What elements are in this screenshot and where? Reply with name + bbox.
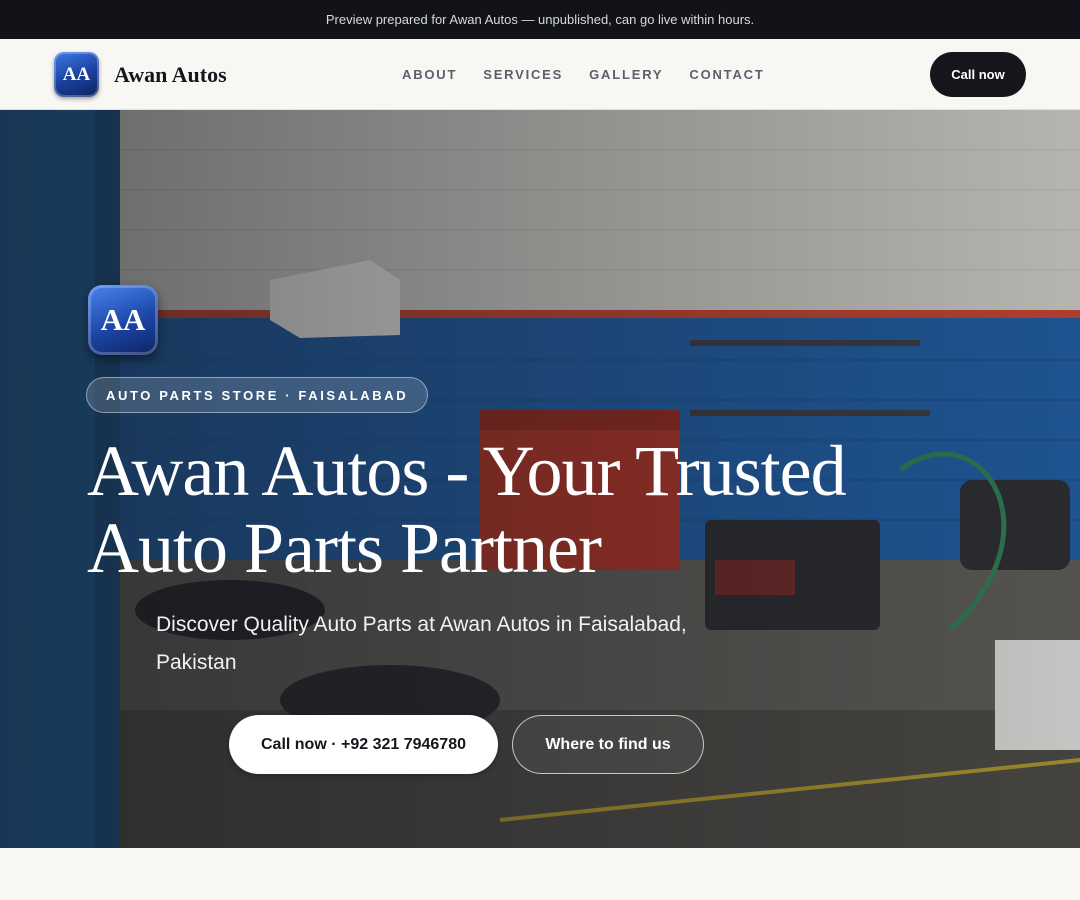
brand-name: Awan Autos	[114, 61, 227, 87]
nav-gallery[interactable]: GALLERY	[589, 67, 663, 82]
hero-tag-badge: AUTO PARTS STORE · FAISALABAD	[86, 377, 429, 413]
logo-initials: AA	[62, 63, 91, 85]
hero-logo-initials: AA	[100, 302, 146, 337]
nav-about[interactable]: ABOUT	[402, 67, 457, 82]
hero-section: AA AUTO PARTS STORE · FAISALABAD Awan Au…	[0, 110, 1080, 848]
header-call-button[interactable]: Call now	[930, 52, 1026, 97]
hero-location-button[interactable]: Where to find us	[512, 715, 704, 774]
next-section	[0, 848, 1080, 900]
preview-banner: Preview prepared for Awan Autos — unpubl…	[0, 0, 1080, 39]
hero-tag-text: AUTO PARTS STORE · FAISALABAD	[106, 387, 409, 403]
nav-contact[interactable]: CONTACT	[689, 67, 764, 82]
hero-title: Awan Autos - Your Trusted Auto Parts Par…	[87, 431, 847, 588]
logo-icon: AA	[54, 52, 99, 97]
hero-call-button[interactable]: Call now · +92 321 7946780	[229, 715, 498, 774]
preview-banner-text: Preview prepared for Awan Autos — unpubl…	[325, 12, 755, 27]
hero-logo-icon: AA	[88, 285, 158, 355]
brand-link[interactable]: AA Awan Autos	[54, 52, 227, 97]
main-nav: ABOUT SERVICES GALLERY CONTACT	[402, 39, 791, 109]
site-header: AA Awan Autos ABOUT SERVICES GALLERY CON…	[0, 39, 1080, 110]
nav-services[interactable]: SERVICES	[483, 67, 563, 82]
hero-subtitle: Discover Quality Auto Parts at Awan Auto…	[156, 613, 687, 674]
